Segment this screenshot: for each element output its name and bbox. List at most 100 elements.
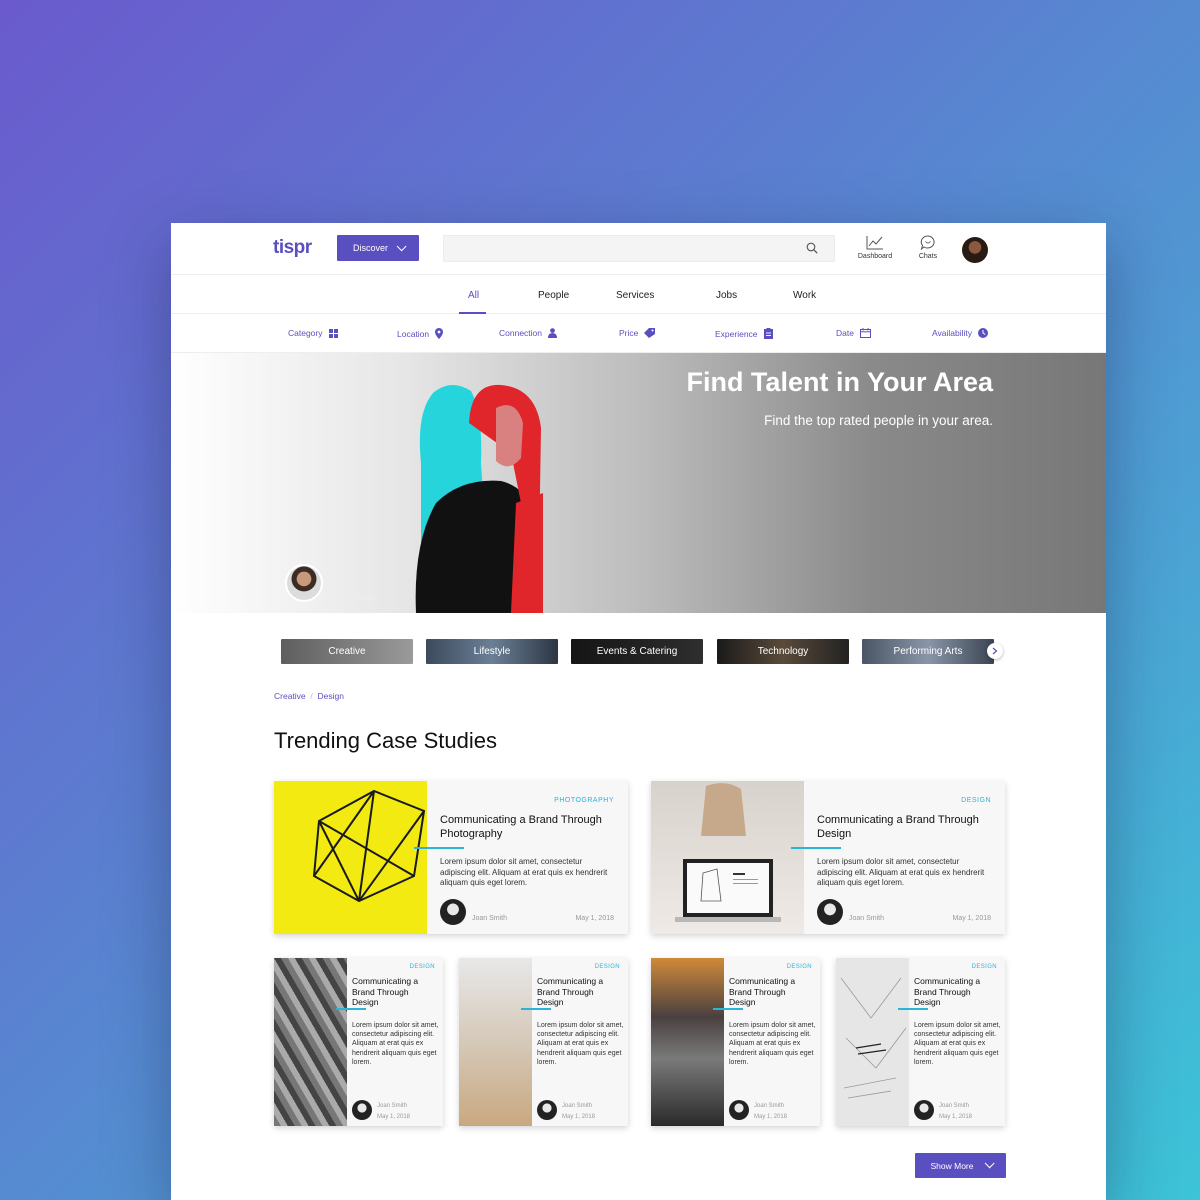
card-author[interactable]: Joan Smith [377, 1103, 407, 1109]
card-date: May 1, 2018 [952, 915, 991, 922]
user-avatar[interactable] [962, 237, 988, 263]
card-tag: DESIGN [786, 964, 812, 970]
logo[interactable]: tispr [273, 237, 312, 259]
author-avatar[interactable] [914, 1100, 934, 1120]
featured-name[interactable]: John Smith [334, 592, 377, 602]
case-study-card[interactable]: PHOTOGRAPHY Communicating a Brand Throug… [274, 781, 628, 934]
card-tag: DESIGN [971, 964, 997, 970]
card-image [459, 958, 532, 1126]
filter-availability[interactable]: Availability [932, 328, 989, 338]
author-avatar[interactable] [537, 1100, 557, 1120]
breadcrumb-item[interactable]: Design [318, 691, 344, 701]
card-title[interactable]: Communicating a Brand Through Design [537, 976, 622, 1008]
dashboard-label: Dashboard [857, 253, 893, 260]
breadcrumb: Creative / Design [274, 691, 344, 701]
hero-title: Find Talent in Your Area [686, 367, 993, 397]
filter-label: Price [619, 328, 639, 338]
accent-bar [713, 1008, 743, 1010]
card-date: May 1, 2018 [377, 1114, 411, 1120]
discover-label: Discover [352, 243, 388, 253]
filter-date[interactable]: Date [836, 328, 871, 338]
chat-bubble-icon [920, 235, 935, 250]
card-tag: DESIGN [961, 797, 991, 804]
card-body: Lorem ipsum dolor sit amet, consectetur … [537, 1022, 624, 1066]
chats-nav[interactable]: Chats [903, 235, 953, 260]
card-title[interactable]: Communicating a Brand Through Design [817, 813, 997, 841]
filter-connection[interactable]: Connection [499, 328, 558, 338]
card-author[interactable]: Joan Smith [849, 915, 884, 922]
case-study-card[interactable]: DESIGN Communicating a Brand Through Des… [836, 958, 1005, 1126]
card-body: Lorem ipsum dolor sit amet, consectetur … [914, 1022, 1001, 1066]
tab-bar: All People Services Jobs Work [171, 275, 1106, 314]
show-more-button[interactable]: Show More [915, 1153, 1006, 1178]
card-body: Lorem ipsum dolor sit amet, consectetur … [729, 1022, 816, 1066]
filter-label: Location [397, 328, 430, 339]
card-date: May 1, 2018 [562, 1114, 596, 1120]
filter-label: Date [836, 328, 854, 338]
card-author[interactable]: Joan Smith [754, 1103, 784, 1109]
filter-price[interactable]: Price [619, 328, 656, 338]
card-image [274, 958, 347, 1126]
card-title[interactable]: Communicating a Brand Through Design [914, 976, 999, 1008]
filter-experience[interactable]: Experience [715, 328, 773, 339]
chart-icon [866, 236, 883, 250]
card-body: Lorem ipsum dolor sit amet, consectetur … [352, 1022, 439, 1066]
search-icon[interactable] [806, 242, 818, 254]
grid-icon [328, 328, 338, 338]
discover-button[interactable]: Discover [337, 235, 419, 261]
hero-subtitle: Find the top rated people in your area. [764, 413, 993, 428]
tab-all[interactable]: All [468, 290, 479, 301]
category-performing-arts[interactable]: Performing Arts [862, 639, 994, 664]
tab-services[interactable]: Services [616, 290, 654, 301]
card-author[interactable]: Joan Smith [562, 1103, 592, 1109]
filter-location[interactable]: Location [397, 328, 444, 339]
show-more-label: Show More [930, 1160, 974, 1171]
featured-avatar[interactable] [285, 564, 323, 602]
accent-bar [414, 847, 464, 849]
card-body: Lorem ipsum dolor sit amet, consectetur … [817, 857, 985, 887]
category-events-catering[interactable]: Events & Catering [571, 639, 703, 664]
card-title[interactable]: Communicating a Brand Through Design [352, 976, 437, 1008]
tab-people[interactable]: People [538, 290, 569, 301]
tab-work[interactable]: Work [793, 290, 816, 301]
card-body: Lorem ipsum dolor sit amet, consectetur … [440, 857, 608, 887]
accent-bar [336, 1008, 366, 1010]
tab-jobs[interactable]: Jobs [716, 290, 737, 301]
author-avatar[interactable] [729, 1100, 749, 1120]
card-author[interactable]: Joan Smith [939, 1103, 969, 1109]
search-input[interactable] [443, 235, 835, 262]
card-date: May 1, 2018 [754, 1114, 788, 1120]
case-study-card[interactable]: DESIGN Communicating a Brand Through Des… [651, 958, 820, 1126]
filter-label: Experience [715, 328, 758, 339]
breadcrumb-item[interactable]: Creative [274, 691, 306, 701]
calendar-icon [859, 328, 871, 338]
filter-category[interactable]: Category [288, 328, 338, 338]
card-date: May 1, 2018 [939, 1114, 973, 1120]
chevron-down-icon [396, 240, 407, 251]
card-tag: PHOTOGRAPHY [554, 797, 614, 804]
dashboard-nav[interactable]: Dashboard [850, 235, 900, 260]
filter-label: Category [288, 328, 323, 338]
accent-bar [791, 847, 841, 849]
author-avatar[interactable] [817, 899, 843, 925]
case-study-card[interactable]: DESIGN Communicating a Brand Through Des… [459, 958, 628, 1126]
category-next-button[interactable] [987, 643, 1003, 659]
map-pin-icon [435, 328, 444, 339]
card-title[interactable]: Communicating a Brand Through Photograph… [440, 813, 620, 841]
author-avatar[interactable] [440, 899, 466, 925]
category-lifestyle[interactable]: Lifestyle [426, 639, 558, 664]
case-study-card[interactable]: DESIGN Communicating a Brand Through Des… [651, 781, 1005, 934]
filter-label: Connection [499, 328, 543, 338]
accent-bar [898, 1008, 928, 1010]
category-creative[interactable]: Creative [281, 639, 413, 664]
category-technology[interactable]: Technology [717, 639, 849, 664]
clock-icon [978, 328, 989, 338]
case-study-card[interactable]: DESIGN Communicating a Brand Through Des… [274, 958, 443, 1126]
filter-label: Availability [932, 328, 973, 338]
section-title: Trending Case Studies [274, 728, 497, 753]
author-avatar[interactable] [352, 1100, 372, 1120]
tag-icon [644, 328, 656, 338]
card-date: May 1, 2018 [575, 915, 614, 922]
card-title[interactable]: Communicating a Brand Through Design [729, 976, 814, 1008]
card-author[interactable]: Joan Smith [472, 915, 507, 922]
